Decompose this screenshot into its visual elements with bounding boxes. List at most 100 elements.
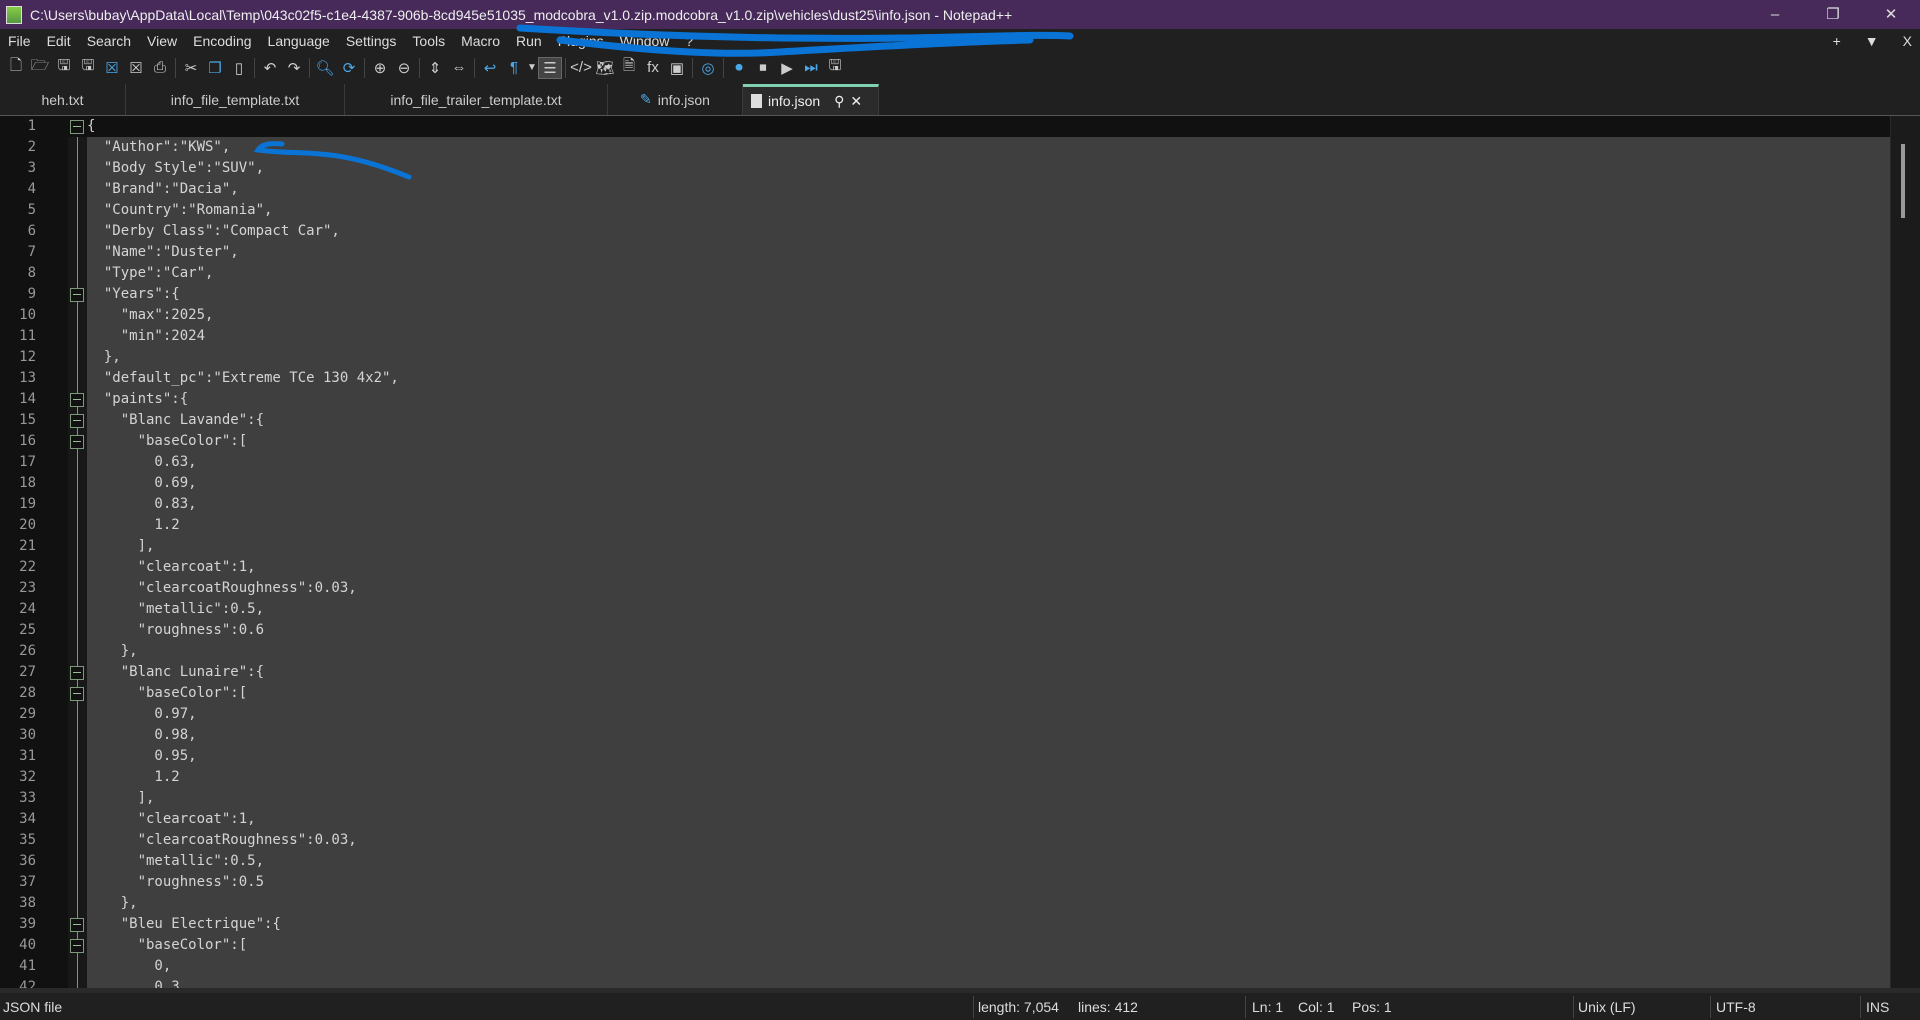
print-icon[interactable]: ⎙ <box>148 57 172 79</box>
code-line[interactable]: 13 "default_pc":"Extreme TCe 130 4x2", <box>0 368 1890 389</box>
code-line[interactable]: 30 0.98, <box>0 725 1890 746</box>
fold-toggle-icon[interactable] <box>70 414 84 428</box>
open-folder-icon[interactable]: 🗁 <box>28 57 52 79</box>
word-wrap-icon[interactable]: ↩ <box>478 57 502 79</box>
menu-run[interactable]: Run <box>508 33 550 49</box>
save-macro-icon[interactable]: 🖫 <box>823 57 847 79</box>
tab-info-json-active[interactable]: info.json ⚲ ✕ <box>743 84 879 115</box>
status-eol[interactable]: Unix (LF) <box>1578 999 1636 1015</box>
folder-workspace-icon[interactable]: ▣ <box>665 57 689 79</box>
code-line[interactable]: 40 "baseColor":[ <box>0 935 1890 956</box>
code-line[interactable]: 6 "Derby Class":"Compact Car", <box>0 221 1890 242</box>
save-icon[interactable]: 🖫 <box>52 57 76 79</box>
code-line[interactable]: 24 "metallic":0.5, <box>0 599 1890 620</box>
vertical-scrollbar[interactable] <box>1890 116 1920 993</box>
code-editor[interactable]: 1{2 "Author":"KWS", 3 "Body Style":"SUV",… <box>0 115 1920 993</box>
code-line[interactable]: 26 }, <box>0 641 1890 662</box>
restore-button[interactable]: ❐ <box>1804 0 1862 29</box>
fold-toggle-icon[interactable] <box>70 666 84 680</box>
code-line[interactable]: 39 "Bleu Electrique":{ <box>0 914 1890 935</box>
code-line[interactable]: 41 0, <box>0 956 1890 977</box>
menu-language[interactable]: Language <box>260 33 338 49</box>
code-line[interactable]: 15 "Blanc Lavande":{ <box>0 410 1890 431</box>
minimize-button[interactable]: – <box>1746 0 1804 29</box>
code-line[interactable]: 27 "Blanc Lunaire":{ <box>0 662 1890 683</box>
status-insert-mode[interactable]: INS <box>1866 999 1889 1015</box>
code-line[interactable]: 5 "Country":"Romania", <box>0 200 1890 221</box>
code-line[interactable]: 34 "clearcoat":1, <box>0 809 1890 830</box>
sync-horizontal-icon[interactable]: ⇔ <box>447 57 471 79</box>
undo-icon[interactable]: ↶ <box>258 57 282 79</box>
tab-list-dropdown[interactable]: ▼ <box>1865 33 1879 49</box>
fold-toggle-icon[interactable] <box>70 393 84 407</box>
zoom-in-icon[interactable]: ⊕ <box>368 57 392 79</box>
code-line[interactable]: 22 "clearcoat":1, <box>0 557 1890 578</box>
menu-help[interactable]: ? <box>677 33 701 49</box>
code-line[interactable]: 16 "baseColor":[ <box>0 431 1890 452</box>
status-encoding[interactable]: UTF-8 <box>1716 999 1756 1015</box>
close-window-button[interactable]: ✕ <box>1862 0 1920 29</box>
code-line[interactable]: 1{ <box>0 116 1890 137</box>
menu-settings[interactable]: Settings <box>338 33 405 49</box>
code-line[interactable]: 25 "roughness":0.6 <box>0 620 1890 641</box>
close-file-icon[interactable]: ☒ <box>100 57 124 79</box>
menu-search[interactable]: Search <box>79 33 139 49</box>
fold-toggle-icon[interactable] <box>70 918 84 932</box>
show-all-chars-icon[interactable]: ¶ <box>502 57 526 79</box>
code-line[interactable]: 7 "Name":"Duster", <box>0 242 1890 263</box>
code-line[interactable]: 2 "Author":"KWS", <box>0 137 1890 158</box>
code-line[interactable]: 10 "max":2025, <box>0 305 1890 326</box>
record-macro-icon[interactable]: ⏺ <box>727 57 751 79</box>
fold-toggle-icon[interactable] <box>70 288 84 302</box>
sync-vertical-icon[interactable]: ⇕ <box>423 57 447 79</box>
save-all-icon[interactable]: 🖫 <box>76 57 100 79</box>
zoom-out-icon[interactable]: ⊖ <box>392 57 416 79</box>
paste-icon[interactable]: ▯ <box>227 57 251 79</box>
find-icon[interactable]: 🔍︎ <box>313 57 337 79</box>
code-line[interactable]: 37 "roughness":0.5 <box>0 872 1890 893</box>
code-line[interactable]: 17 0.63, <box>0 452 1890 473</box>
code-line[interactable]: 18 0.69, <box>0 473 1890 494</box>
tab-info-file-template[interactable]: info_file_template.txt <box>126 84 345 115</box>
menu-file[interactable]: File <box>0 33 39 49</box>
fold-toggle-icon[interactable] <box>70 687 84 701</box>
indent-guide-icon[interactable]: ☰ <box>538 56 562 79</box>
code-line[interactable]: 29 0.97, <box>0 704 1890 725</box>
code-line[interactable]: 21 ], <box>0 536 1890 557</box>
menu-edit[interactable]: Edit <box>39 33 79 49</box>
menu-window[interactable]: Window <box>612 33 678 49</box>
code-line[interactable]: 8 "Type":"Car", <box>0 263 1890 284</box>
menu-macro[interactable]: Macro <box>453 33 508 49</box>
menu-plugins[interactable]: Plugins <box>550 33 612 49</box>
menu-tools[interactable]: Tools <box>404 33 453 49</box>
function-list-icon[interactable]: fx <box>641 57 665 79</box>
fold-toggle-icon[interactable] <box>70 939 84 953</box>
code-line[interactable]: 3 "Body Style":"SUV", <box>0 158 1890 179</box>
menu-encoding[interactable]: Encoding <box>185 33 259 49</box>
monitoring-icon[interactable]: ◎ <box>696 57 720 79</box>
close-tab-button[interactable]: X <box>1903 33 1912 49</box>
code-line[interactable]: 9 "Years":{ <box>0 284 1890 305</box>
code-line[interactable]: 31 0.95, <box>0 746 1890 767</box>
code-line[interactable]: 38 }, <box>0 893 1890 914</box>
close-tab-icon[interactable]: ✕ <box>850 93 862 110</box>
doc-list-icon[interactable]: 🗎 <box>617 57 641 79</box>
new-file-icon[interactable]: 🗋 <box>4 57 28 79</box>
copy-icon[interactable]: ❐ <box>203 57 227 79</box>
code-line[interactable]: 36 "metallic":0.5, <box>0 851 1890 872</box>
code-line[interactable]: 11 "min":2024 <box>0 326 1890 347</box>
tab-info-file-trailer-template[interactable]: info_file_trailer_template.txt <box>345 84 608 115</box>
menu-view[interactable]: View <box>139 33 185 49</box>
code-line[interactable]: 4 "Brand":"Dacia", <box>0 179 1890 200</box>
run-macro-multiple-icon[interactable]: ⏭ <box>799 57 823 79</box>
fold-toggle-icon[interactable] <box>70 120 84 134</box>
fold-toggle-icon[interactable] <box>70 435 84 449</box>
new-tab-button[interactable]: + <box>1833 33 1841 49</box>
pin-icon[interactable]: ⚲ <box>834 93 844 110</box>
code-line[interactable]: 35 "clearcoatRoughness":0.03, <box>0 830 1890 851</box>
tab-heh-txt[interactable]: heh.txt <box>0 84 126 115</box>
code-line[interactable]: 19 0.83, <box>0 494 1890 515</box>
replace-icon[interactable]: ⟳ <box>337 57 361 79</box>
stop-record-icon[interactable]: ⏹ <box>751 57 775 79</box>
redo-icon[interactable]: ↷ <box>282 57 306 79</box>
